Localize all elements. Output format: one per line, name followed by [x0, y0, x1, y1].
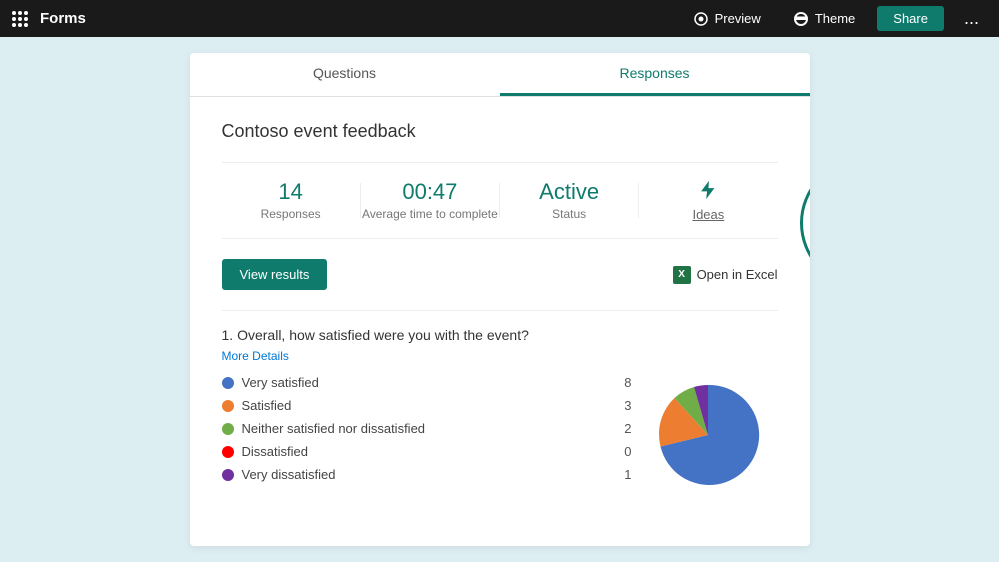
legend-dot-dissatisfied — [222, 446, 234, 458]
stat-avg-time: 00:47 Average time to complete — [361, 179, 499, 222]
stat-status: Active Status — [500, 179, 638, 222]
action-row: View results X Open in Excel — [222, 259, 778, 290]
theme-icon — [793, 11, 809, 27]
view-results-button[interactable]: View results — [222, 259, 328, 290]
legend-dot-very-satisfied — [222, 377, 234, 389]
preview-button[interactable]: Preview — [683, 7, 771, 31]
pie-chart-svg — [653, 380, 773, 490]
excel-icon: X — [673, 266, 691, 284]
open-excel-button[interactable]: X Open in Excel — [673, 266, 778, 284]
more-options-button[interactable]: ... — [956, 4, 987, 33]
app-title: Forms — [40, 10, 86, 27]
list-item: Very dissatisfied 1 — [222, 467, 632, 482]
chart-area: Very satisfied 8 Satisfied 3 Neither sat… — [222, 375, 778, 495]
bolt-icon-small — [697, 179, 719, 201]
app-header: Forms Preview Theme Share ... — [0, 0, 999, 37]
theme-button[interactable]: Theme — [783, 7, 865, 31]
legend-dot-satisfied — [222, 400, 234, 412]
preview-icon — [693, 11, 709, 27]
question-section: 1. Overall, how satisfied were you with … — [222, 310, 778, 495]
list-item: Satisfied 3 — [222, 398, 632, 413]
list-item: Dissatisfied 0 — [222, 444, 632, 459]
legend-dot-very-dissatisfied — [222, 469, 234, 481]
question-title: 1. Overall, how satisfied were you with … — [222, 327, 778, 343]
stats-row: 14 Responses 00:47 Average time to compl… — [222, 162, 778, 239]
stat-ideas[interactable]: Ideas — [639, 179, 777, 222]
apps-grid-icon[interactable] — [12, 11, 28, 27]
more-details-link[interactable]: More Details — [222, 349, 778, 363]
form-body: Contoso event feedback 14 Responses 00:4… — [190, 97, 810, 511]
tab-questions[interactable]: Questions — [190, 53, 500, 96]
legend-dot-neutral — [222, 423, 234, 435]
tab-responses[interactable]: Responses — [500, 53, 810, 96]
stat-responses: 14 Responses — [222, 179, 360, 222]
chart-legend: Very satisfied 8 Satisfied 3 Neither sat… — [222, 375, 632, 495]
share-button[interactable]: Share — [877, 6, 944, 31]
form-card: Questions Responses Contoso event feedba… — [190, 53, 810, 546]
form-title: Contoso event feedback — [222, 121, 778, 142]
list-item: Neither satisfied nor dissatisfied 2 — [222, 421, 632, 436]
list-item: Very satisfied 8 — [222, 375, 632, 390]
tabs-bar: Questions Responses — [190, 53, 810, 97]
pie-chart — [648, 375, 778, 495]
main-area: Questions Responses Contoso event feedba… — [0, 37, 999, 562]
